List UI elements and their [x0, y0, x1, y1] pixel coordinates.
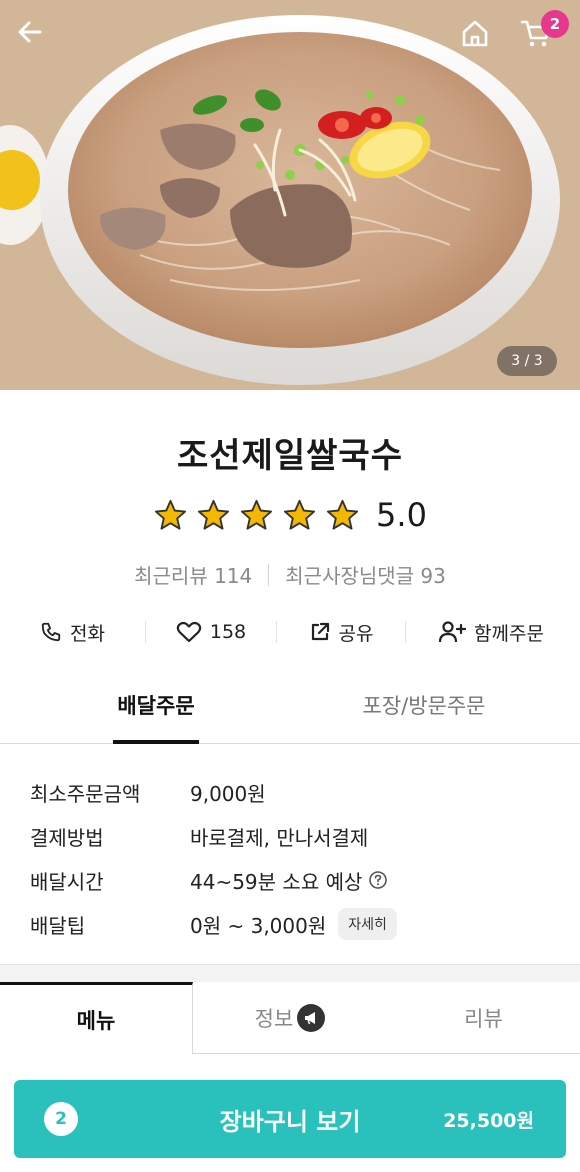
cart-total: 25,500원: [443, 1109, 534, 1132]
call-button[interactable]: 전화: [0, 619, 145, 646]
phone-icon: [41, 622, 61, 642]
back-arrow-icon: [18, 21, 42, 43]
owner-replies-link[interactable]: 최근사장님댓글 93: [285, 560, 446, 589]
star-icon: [327, 499, 359, 530]
tab-pickup[interactable]: 포장/방문주문: [354, 690, 494, 744]
order-type-tabs: 배달주문 포장/방문주문: [0, 690, 580, 744]
delivery-time-text: 44~59분 소요 예상: [190, 869, 363, 894]
image-counter: 3 / 3: [497, 346, 557, 376]
rating-value: 5.0: [376, 496, 427, 534]
delivery-tip-text: 0원 ~ 3,000원: [190, 913, 327, 938]
min-order-label: 최소주문금액: [30, 781, 141, 806]
group-order-label: 함께주문: [474, 622, 544, 645]
share-button[interactable]: 공유: [277, 619, 405, 646]
action-bar: 전화 158 공유 함께주문: [0, 610, 580, 654]
home-icon: [462, 20, 488, 47]
delivery-tip-value: 0원 ~ 3,000원 자세히: [190, 908, 397, 940]
call-label: 전화: [70, 622, 105, 645]
review-summary: 최근리뷰 114 최근사장님댓글 93: [0, 560, 580, 589]
content-tabs: 메뉴 정보 리뷰: [0, 982, 580, 1054]
star-icon: [284, 499, 316, 530]
recent-reviews-link[interactable]: 최근리뷰 114: [134, 560, 252, 589]
rating-row: 5.0: [0, 496, 580, 534]
info-row: 결제방법 바로결제, 만나서결제: [30, 814, 550, 858]
megaphone-icon: [297, 1003, 326, 1032]
tip-detail-button[interactable]: 자세히: [338, 908, 397, 940]
store-name: 조선제일쌀국수: [177, 436, 403, 476]
star-icon: [198, 499, 230, 530]
star-rating: [153, 498, 360, 533]
payment-value: 바로결제, 만나서결제: [190, 825, 369, 850]
tab-info[interactable]: 정보: [193, 982, 387, 1054]
like-button[interactable]: 158: [146, 620, 276, 644]
delivery-time-label: 배달시간: [30, 869, 104, 894]
info-row: 최소주문금액 9,000원: [30, 770, 550, 814]
star-icon: [241, 499, 273, 530]
home-button[interactable]: [460, 18, 504, 62]
share-label: 공유: [338, 622, 374, 645]
star-icon: [155, 499, 187, 530]
share-icon: [311, 622, 329, 641]
tab-delivery[interactable]: 배달주문: [113, 690, 199, 744]
like-count: 158: [209, 621, 247, 643]
add-person-icon: [438, 621, 467, 643]
tab-menu[interactable]: 메뉴: [0, 982, 193, 1054]
delivery-info: 최소주문금액 9,000원 결제방법 바로결제, 만나서결제 배달시간 44~5…: [30, 770, 550, 946]
delivery-tip-label: 배달팁: [30, 913, 86, 938]
tab-review[interactable]: 리뷰: [387, 982, 580, 1054]
min-order-value: 9,000원: [190, 781, 266, 806]
divider: [268, 563, 270, 586]
tab-review-label: 리뷰: [464, 1006, 503, 1031]
heart-icon: [176, 621, 202, 643]
group-order-button[interactable]: 함께주문: [406, 619, 576, 646]
store-hero-image[interactable]: 2 3 / 3: [0, 0, 580, 390]
view-cart-button[interactable]: 2 장바구니 보기 25,500원: [14, 1080, 566, 1158]
delivery-time-value: 44~59분 소요 예상: [190, 866, 388, 895]
cart-count-badge: 2: [541, 10, 569, 38]
section-divider: [0, 964, 580, 982]
back-button[interactable]: [16, 18, 60, 62]
question-icon[interactable]: [368, 870, 388, 890]
info-row: 배달시간 44~59분 소요 예상: [30, 858, 550, 902]
tab-info-label: 정보: [254, 1006, 294, 1031]
tab-menu-label: 메뉴: [76, 1008, 116, 1033]
payment-label: 결제방법: [30, 825, 104, 850]
info-row: 배달팁 0원 ~ 3,000원 자세히: [30, 902, 550, 946]
